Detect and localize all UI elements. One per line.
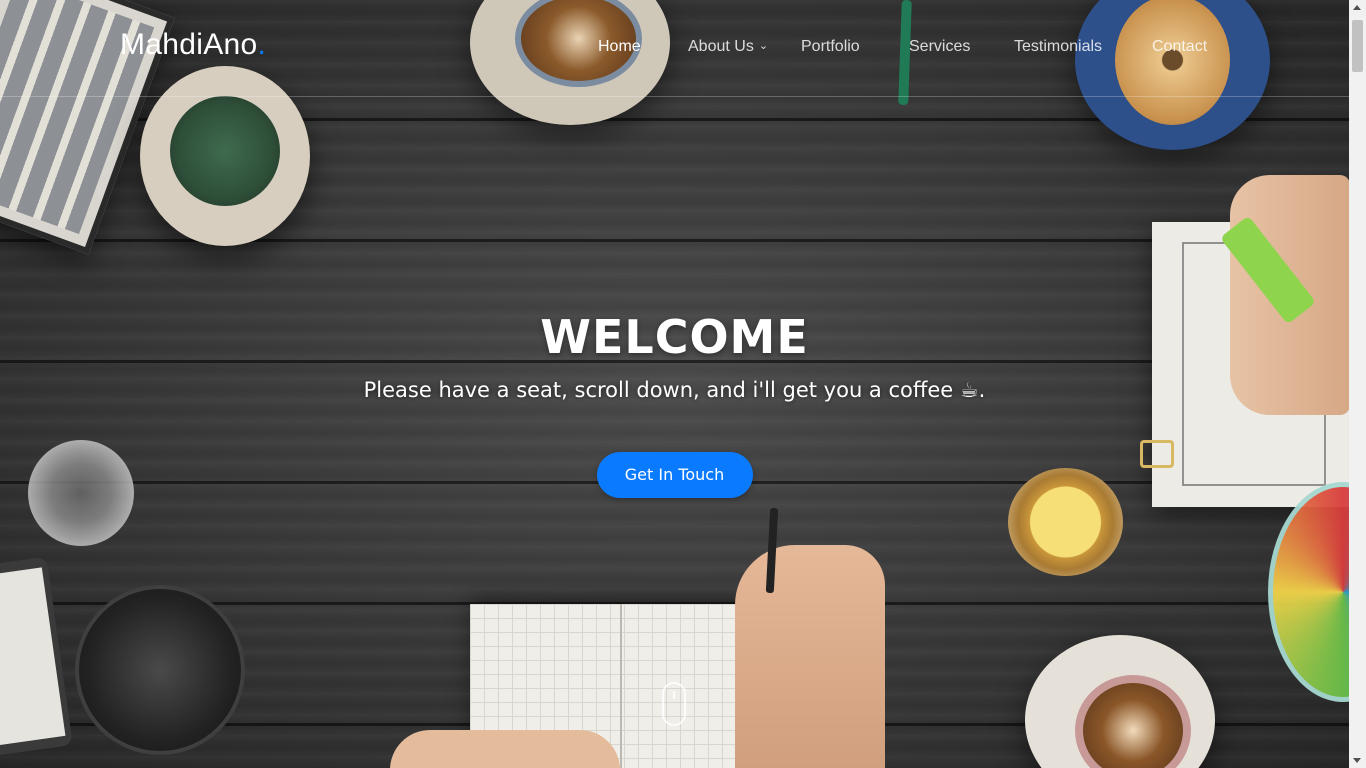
mouse-scroll-icon[interactable] bbox=[662, 682, 686, 726]
logo-text: MahdiAno bbox=[120, 28, 258, 61]
candy-bowl-image bbox=[1268, 482, 1349, 702]
nav-home[interactable]: Home bbox=[598, 38, 641, 56]
nav-testimonials[interactable]: Testimonials bbox=[1014, 38, 1102, 56]
hero-section: MahdiAno. Home About Us ⌄ Portfolio Servi… bbox=[0, 0, 1349, 768]
hero-subtitle: Please have a seat, scroll down, and i'l… bbox=[363, 378, 986, 402]
logo-dot: . bbox=[257, 28, 267, 61]
hero-title: WELCOME bbox=[540, 310, 809, 364]
nav-about-us[interactable]: About Us ⌄ bbox=[688, 38, 768, 56]
arm-image bbox=[390, 730, 620, 768]
site-header: MahdiAno. Home About Us ⌄ Portfolio Servi… bbox=[0, 0, 1349, 97]
tablet-image bbox=[0, 556, 73, 758]
nav-portfolio[interactable]: Portfolio bbox=[801, 38, 860, 56]
page-scrollbar[interactable] bbox=[1349, 0, 1366, 768]
scroll-up-arrow-icon[interactable] bbox=[1353, 5, 1361, 10]
scrollbar-thumb[interactable] bbox=[1352, 20, 1363, 72]
nav-about-us-label: About Us bbox=[688, 38, 754, 55]
nav-contact[interactable]: Contact bbox=[1152, 38, 1207, 56]
latte-cup-image bbox=[1025, 635, 1215, 768]
nav-services[interactable]: Services bbox=[909, 38, 970, 56]
hero-content: WELCOME Please have a seat, scroll down,… bbox=[0, 308, 1349, 498]
site-logo[interactable]: MahdiAno. bbox=[120, 28, 266, 62]
writing-hand-image bbox=[735, 545, 885, 768]
glass-kettle-image bbox=[75, 585, 245, 755]
chevron-down-icon: ⌄ bbox=[758, 40, 769, 52]
scroll-down-arrow-icon[interactable] bbox=[1353, 758, 1361, 763]
get-in-touch-button[interactable]: Get In Touch bbox=[596, 452, 753, 498]
